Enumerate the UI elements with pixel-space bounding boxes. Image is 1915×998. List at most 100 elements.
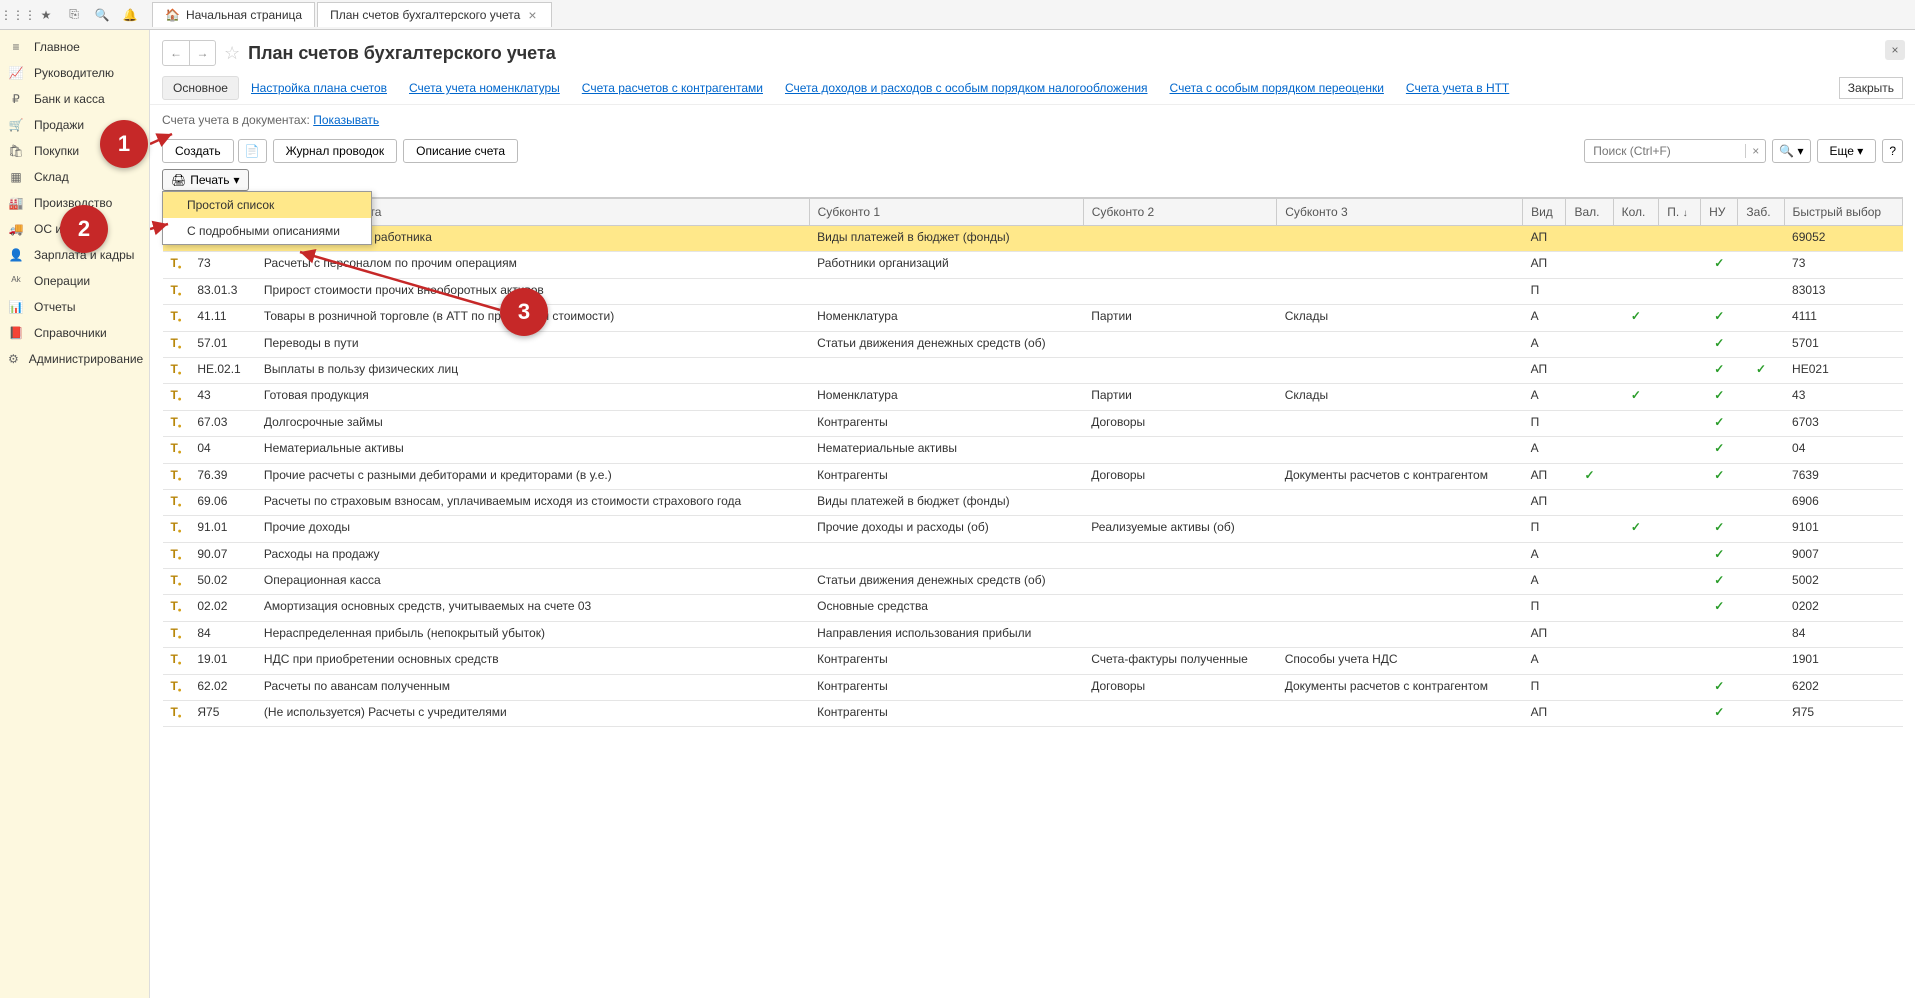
help-button[interactable]: ?	[1882, 139, 1903, 163]
cell-zab	[1738, 542, 1784, 568]
table-row[interactable]: T•91.01Прочие доходыПрочие доходы и расх…	[163, 516, 1903, 542]
cell-fast: 73	[1784, 252, 1902, 278]
close-link[interactable]: Закрыть	[1839, 77, 1903, 99]
column-header[interactable]: Субконто 1	[809, 199, 1083, 226]
cell-nu: ✓	[1701, 674, 1738, 700]
table-row[interactable]: T•67.03Долгосрочные займыКонтрагентыДого…	[163, 410, 1903, 436]
close-page-button[interactable]: ×	[1885, 40, 1905, 60]
more-button[interactable]: Еще ▾	[1817, 139, 1877, 163]
table-row[interactable]: T•62.02Расчеты по авансам полученнымКонт…	[163, 674, 1903, 700]
table-row[interactable]: T•НЕ.02.1Выплаты в пользу физических лиц…	[163, 357, 1903, 383]
print-button[interactable]: 🖨 Печать ▾	[162, 169, 249, 191]
column-header[interactable]: Вид	[1523, 199, 1566, 226]
cell-code: 19.01	[189, 648, 256, 674]
bell-icon[interactable]: 🔔	[118, 3, 142, 27]
table-row[interactable]: T•…емые из доходов работникаВиды платеже…	[163, 226, 1903, 252]
info-link[interactable]: Показывать	[313, 113, 379, 127]
column-header[interactable]: Быстрый выбор	[1784, 199, 1902, 226]
table-row[interactable]: T•04Нематериальные активыНематериальные …	[163, 437, 1903, 463]
cell-s1: Номенклатура	[809, 305, 1083, 331]
cell-name: Нематериальные активы	[256, 437, 809, 463]
nav-forward-button[interactable]: →	[189, 41, 215, 65]
table-row[interactable]: T•69.06Расчеты по страховым взносам, упл…	[163, 489, 1903, 515]
sub-tab-0[interactable]: Основное	[162, 76, 239, 100]
cell-nu	[1701, 226, 1738, 252]
cell-s1: Контрагенты	[809, 410, 1083, 436]
sidebar-item-2[interactable]: ₽Банк и касса	[0, 86, 149, 112]
clear-search-button[interactable]: ×	[1745, 144, 1765, 158]
search-icon[interactable]: 🔍	[90, 3, 114, 27]
column-header[interactable]: НУ	[1701, 199, 1738, 226]
star-icon[interactable]: ★	[34, 3, 58, 27]
sidebar-item-9[interactable]: ᴬᵏОперации	[0, 268, 149, 294]
cell-name: Долгосрочные займы	[256, 410, 809, 436]
search-button[interactable]: 🔍 ▾	[1772, 139, 1810, 163]
cell-zab	[1738, 463, 1784, 489]
nav-back-button[interactable]: ←	[163, 41, 189, 65]
sub-tab-5[interactable]: Счета с особым порядком переоценки	[1160, 77, 1394, 99]
print-menu-simple-list[interactable]: Простой список	[163, 192, 371, 218]
cell-val	[1566, 648, 1613, 674]
table-row[interactable]: T•19.01НДС при приобретении основных сре…	[163, 648, 1903, 674]
print-menu-detailed[interactable]: С подробными описаниями	[163, 218, 371, 244]
cell-fast: 83013	[1784, 278, 1902, 304]
cell-s2: Договоры	[1083, 674, 1276, 700]
copy-icon[interactable]: ⎘	[62, 3, 86, 27]
cell-s1	[809, 357, 1083, 383]
table-row[interactable]: T•57.01Переводы в путиСтатьи движения де…	[163, 331, 1903, 357]
table-row[interactable]: T•02.02Амортизация основных средств, учи…	[163, 595, 1903, 621]
cell-zab: ✓	[1738, 357, 1784, 383]
row-icon: T•	[163, 252, 190, 278]
sidebar-item-11[interactable]: 📕Справочники	[0, 320, 149, 346]
table-row[interactable]: T•43Готовая продукцияНоменклатураПартииС…	[163, 384, 1903, 410]
sub-tab-2[interactable]: Счета учета номенклатуры	[399, 77, 570, 99]
sidebar-icon: ₽	[8, 92, 24, 106]
sub-tab-6[interactable]: Счета учета в НТТ	[1396, 77, 1519, 99]
table-row[interactable]: T•84Нераспределенная прибыль (непокрытый…	[163, 621, 1903, 647]
table-row[interactable]: T•83.01.3Прирост стоимости прочих внеобо…	[163, 278, 1903, 304]
cell-s1: Статьи движения денежных средств (об)	[809, 569, 1083, 595]
column-header[interactable]: Заб.	[1738, 199, 1784, 226]
table-row[interactable]: T•73Расчеты с персоналом по прочим опера…	[163, 252, 1903, 278]
cell-vid: А	[1523, 542, 1566, 568]
table-row[interactable]: T•Я75(Не используется) Расчеты с учредит…	[163, 701, 1903, 727]
table-row[interactable]: T•90.07Расходы на продажуА✓9007	[163, 542, 1903, 568]
favorite-icon[interactable]: ☆	[224, 43, 240, 64]
table-row[interactable]: T•50.02Операционная кассаСтатьи движения…	[163, 569, 1903, 595]
sidebar-item-12[interactable]: ⚙Администрирование	[0, 346, 149, 372]
column-header[interactable]: Субконто 3	[1277, 199, 1523, 226]
table-row[interactable]: T•41.11Товары в розничной торговле (в АТ…	[163, 305, 1903, 331]
sidebar-item-1[interactable]: 📈Руководителю	[0, 60, 149, 86]
row-icon: T•	[163, 384, 190, 410]
describe-button[interactable]: Описание счета	[403, 139, 518, 163]
sub-tab-3[interactable]: Счета расчетов с контрагентами	[572, 77, 773, 99]
sidebar-item-5[interactable]: ▦Склад	[0, 164, 149, 190]
journal-button[interactable]: Журнал проводок	[273, 139, 398, 163]
cell-kol	[1613, 489, 1659, 515]
close-icon[interactable]: ×	[526, 7, 538, 23]
cell-name: Готовая продукция	[256, 384, 809, 410]
sub-tab-1[interactable]: Настройка плана счетов	[241, 77, 397, 99]
apps-icon[interactable]: ⋮⋮⋮	[6, 3, 30, 27]
cell-p	[1659, 226, 1701, 252]
sidebar-item-0[interactable]: ≡Главное	[0, 34, 149, 60]
table-row[interactable]: T•76.39Прочие расчеты с разными дебитора…	[163, 463, 1903, 489]
cell-fast: 1901	[1784, 648, 1902, 674]
cell-s3: Склады	[1277, 305, 1523, 331]
tab-home[interactable]: 🏠 Начальная страница	[152, 2, 315, 27]
cell-fast: 4111	[1784, 305, 1902, 331]
column-header[interactable]: П. ↓	[1659, 199, 1701, 226]
cell-vid: АП	[1523, 489, 1566, 515]
cell-s3	[1277, 252, 1523, 278]
tab-chart-of-accounts[interactable]: План счетов бухгалтерского учета ×	[317, 2, 551, 27]
column-header[interactable]: Вал.	[1566, 199, 1613, 226]
sidebar-item-10[interactable]: 📊Отчеты	[0, 294, 149, 320]
column-header[interactable]: Кол.	[1613, 199, 1659, 226]
column-header[interactable]: Субконто 2	[1083, 199, 1276, 226]
cell-s2: Партии	[1083, 384, 1276, 410]
create-group-button[interactable]: 📄	[238, 139, 267, 163]
search-input[interactable]	[1585, 144, 1745, 158]
sub-tab-4[interactable]: Счета доходов и расходов с особым порядк…	[775, 77, 1158, 99]
create-button[interactable]: Создать	[162, 139, 234, 163]
cell-s3	[1277, 489, 1523, 515]
